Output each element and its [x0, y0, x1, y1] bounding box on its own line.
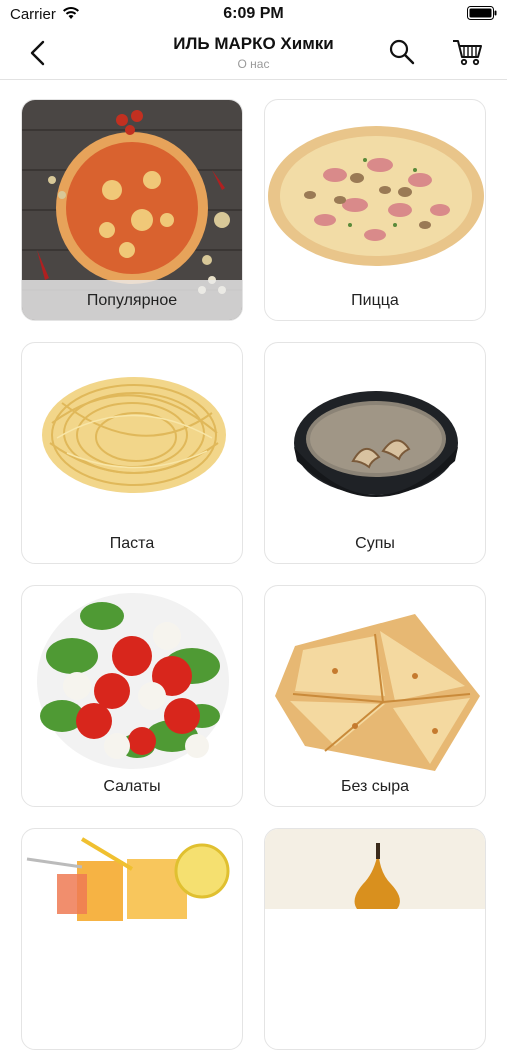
cart-icon[interactable] — [452, 38, 484, 66]
category-label: Салаты — [103, 778, 161, 795]
navigation-bar: ИЛЬ МАРКО Химки О нас — [0, 28, 507, 80]
category-card-popular[interactable]: Популярное — [21, 99, 243, 321]
category-label: Паста — [109, 535, 155, 552]
category-card-salads[interactable]: Салаты — [21, 585, 243, 807]
page-title: ИЛЬ МАРКО Химки — [173, 34, 334, 53]
category-card-pizza[interactable]: Пицца — [264, 99, 486, 321]
category-label: Супы — [355, 535, 395, 552]
about-link[interactable]: О нас — [0, 57, 507, 71]
ham-mushroom-pizza-image — [268, 126, 484, 266]
category-label: Популярное — [86, 292, 178, 309]
category-label: Без сыра — [340, 778, 410, 795]
search-icon[interactable] — [388, 38, 416, 66]
status-time: 6:09 PM — [223, 5, 284, 22]
mushroom-soup-bowl-image — [294, 391, 458, 497]
flatbread-slices-image — [275, 614, 480, 771]
category-card-pasta[interactable]: Паста — [21, 342, 243, 564]
category-card-soups[interactable]: Супы — [264, 342, 486, 564]
category-card-no-cheese[interactable]: Без сыра — [264, 585, 486, 807]
caprese-salad-image — [37, 593, 229, 769]
battery-icon — [467, 6, 497, 20]
spaghetti-nest-image — [42, 377, 226, 493]
juice-glasses-image — [26, 837, 230, 921]
category-card-desserts[interactable] — [264, 828, 486, 1050]
category-label: Пицца — [351, 292, 399, 309]
category-card-drinks[interactable] — [21, 828, 243, 1050]
status-bar: Carrier 6:09 PM — [0, 0, 507, 28]
pear-dessert-image — [265, 829, 485, 909]
